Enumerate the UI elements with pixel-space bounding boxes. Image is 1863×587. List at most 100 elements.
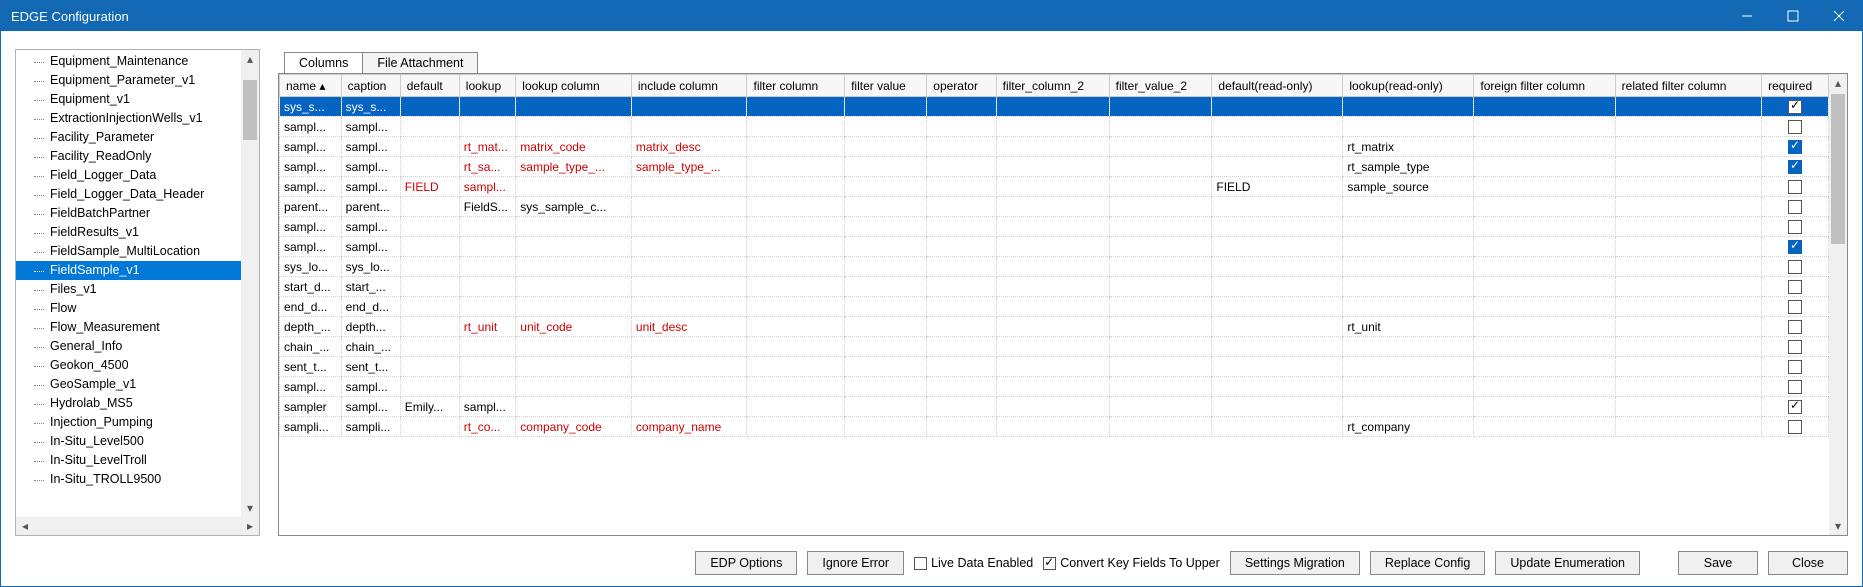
column-header[interactable]: default xyxy=(400,75,459,97)
cell-default[interactable] xyxy=(400,237,459,257)
cell-filter_value_2[interactable] xyxy=(1109,357,1212,377)
cell-required[interactable] xyxy=(1762,137,1829,157)
cell-foreign_filter[interactable] xyxy=(1474,337,1615,357)
cell-foreign_filter[interactable] xyxy=(1474,417,1615,437)
cell-lookup[interactable] xyxy=(459,297,516,317)
cell-name[interactable]: sampl... xyxy=(280,377,342,397)
tree-item[interactable]: In-Situ_TROLL9500 xyxy=(16,470,259,489)
cell-required[interactable] xyxy=(1762,397,1829,417)
cell-filter_value[interactable] xyxy=(845,417,927,437)
cell-caption[interactable]: sampl... xyxy=(341,217,400,237)
cell-include_column[interactable] xyxy=(631,117,747,137)
tree-item[interactable]: In-Situ_LevelTroll xyxy=(16,451,259,470)
cell-lookup_column[interactable] xyxy=(516,237,632,257)
cell-foreign_filter[interactable] xyxy=(1474,357,1615,377)
cell-required[interactable] xyxy=(1762,257,1829,277)
tree-item[interactable]: ExtractionInjectionWells_v1 xyxy=(16,109,259,128)
required-checkbox[interactable] xyxy=(1788,300,1802,314)
data-grid[interactable]: name ▴captiondefaultlookuplookup columni… xyxy=(279,74,1829,535)
tree-item[interactable]: Hydrolab_MS5 xyxy=(16,394,259,413)
cell-related_filter[interactable] xyxy=(1615,157,1761,177)
cell-operator[interactable] xyxy=(927,117,996,137)
close-button[interactable] xyxy=(1816,1,1862,31)
cell-required[interactable] xyxy=(1762,177,1829,197)
cell-related_filter[interactable] xyxy=(1615,397,1761,417)
cell-filter_value_2[interactable] xyxy=(1109,197,1212,217)
cell-required[interactable] xyxy=(1762,197,1829,217)
cell-filter_column_2[interactable] xyxy=(996,177,1109,197)
cell-filter_value_2[interactable] xyxy=(1109,117,1212,137)
cell-operator[interactable] xyxy=(927,217,996,237)
cell-lookup[interactable] xyxy=(459,237,516,257)
cell-foreign_filter[interactable] xyxy=(1474,377,1615,397)
cell-operator[interactable] xyxy=(927,237,996,257)
cell-default[interactable] xyxy=(400,357,459,377)
cell-lookup_ro[interactable] xyxy=(1343,257,1474,277)
cell-default_ro[interactable] xyxy=(1212,417,1343,437)
cell-include_column[interactable] xyxy=(631,197,747,217)
table-row[interactable]: sys_lo...sys_lo... xyxy=(280,257,1829,277)
tree-list[interactable]: Equipment_MaintenanceEquipment_Parameter… xyxy=(16,50,259,517)
cell-default_ro[interactable] xyxy=(1212,137,1343,157)
cell-operator[interactable] xyxy=(927,277,996,297)
cell-required[interactable] xyxy=(1762,157,1829,177)
cell-filter_column[interactable] xyxy=(747,357,845,377)
cell-lookup[interactable] xyxy=(459,357,516,377)
cell-name[interactable]: end_d... xyxy=(280,297,342,317)
cell-filter_column[interactable] xyxy=(747,137,845,157)
cell-caption[interactable]: depth... xyxy=(341,317,400,337)
cell-lookup[interactable] xyxy=(459,337,516,357)
cell-default_ro[interactable] xyxy=(1212,337,1343,357)
cell-default[interactable] xyxy=(400,197,459,217)
cell-filter_column[interactable] xyxy=(747,197,845,217)
scroll-down-icon[interactable]: ▾ xyxy=(1829,517,1847,535)
cell-default[interactable] xyxy=(400,417,459,437)
scroll-down-icon[interactable]: ▾ xyxy=(241,499,259,517)
table-row[interactable]: sampl...sampl...FIELDsampl...FIELDsample… xyxy=(280,177,1829,197)
cell-caption[interactable]: sampl... xyxy=(341,377,400,397)
cell-related_filter[interactable] xyxy=(1615,417,1761,437)
cell-name[interactable]: sampler xyxy=(280,397,342,417)
cell-operator[interactable] xyxy=(927,257,996,277)
cell-related_filter[interactable] xyxy=(1615,277,1761,297)
column-header[interactable]: caption xyxy=(341,75,400,97)
cell-filter_column_2[interactable] xyxy=(996,137,1109,157)
cell-lookup_column[interactable] xyxy=(516,377,632,397)
cell-filter_column[interactable] xyxy=(747,217,845,237)
table-row[interactable]: sent_t...sent_t... xyxy=(280,357,1829,377)
cell-lookup_column[interactable]: sample_type_... xyxy=(516,157,632,177)
convert-upper-checkbox[interactable]: Convert Key Fields To Upper xyxy=(1043,556,1220,570)
cell-lookup_ro[interactable]: rt_unit xyxy=(1343,317,1474,337)
cell-lookup[interactable]: rt_co... xyxy=(459,417,516,437)
cell-filter_column[interactable] xyxy=(747,377,845,397)
cell-operator[interactable] xyxy=(927,337,996,357)
cell-default_ro[interactable] xyxy=(1212,297,1343,317)
cell-required[interactable] xyxy=(1762,97,1829,117)
cell-related_filter[interactable] xyxy=(1615,257,1761,277)
column-header[interactable]: filter_column_2 xyxy=(996,75,1109,97)
tree-item[interactable]: Field_Logger_Data_Header xyxy=(16,185,259,204)
cell-foreign_filter[interactable] xyxy=(1474,237,1615,257)
cell-operator[interactable] xyxy=(927,377,996,397)
table-row[interactable]: depth_...depth...rt_unitunit_codeunit_de… xyxy=(280,317,1829,337)
cell-filter_column_2[interactable] xyxy=(996,97,1109,117)
column-header[interactable]: lookup xyxy=(459,75,516,97)
cell-operator[interactable] xyxy=(927,137,996,157)
tree-horizontal-scrollbar[interactable]: ◂ ▸ xyxy=(16,517,259,535)
cell-default[interactable] xyxy=(400,157,459,177)
cell-default_ro[interactable] xyxy=(1212,357,1343,377)
table-row[interactable]: sampl...sampl... xyxy=(280,117,1829,137)
cell-filter_column[interactable] xyxy=(747,157,845,177)
cell-name[interactable]: sampl... xyxy=(280,177,342,197)
cell-filter_value_2[interactable] xyxy=(1109,257,1212,277)
cell-lookup_column[interactable] xyxy=(516,297,632,317)
cell-filter_value_2[interactable] xyxy=(1109,157,1212,177)
cell-include_column[interactable] xyxy=(631,397,747,417)
cell-lookup_ro[interactable] xyxy=(1343,377,1474,397)
scroll-left-icon[interactable]: ◂ xyxy=(16,517,34,535)
cell-filter_column_2[interactable] xyxy=(996,337,1109,357)
cell-include_column[interactable]: unit_desc xyxy=(631,317,747,337)
tree-vertical-scrollbar[interactable]: ▴ ▾ xyxy=(241,50,259,517)
cell-operator[interactable] xyxy=(927,297,996,317)
required-checkbox[interactable] xyxy=(1788,260,1802,274)
